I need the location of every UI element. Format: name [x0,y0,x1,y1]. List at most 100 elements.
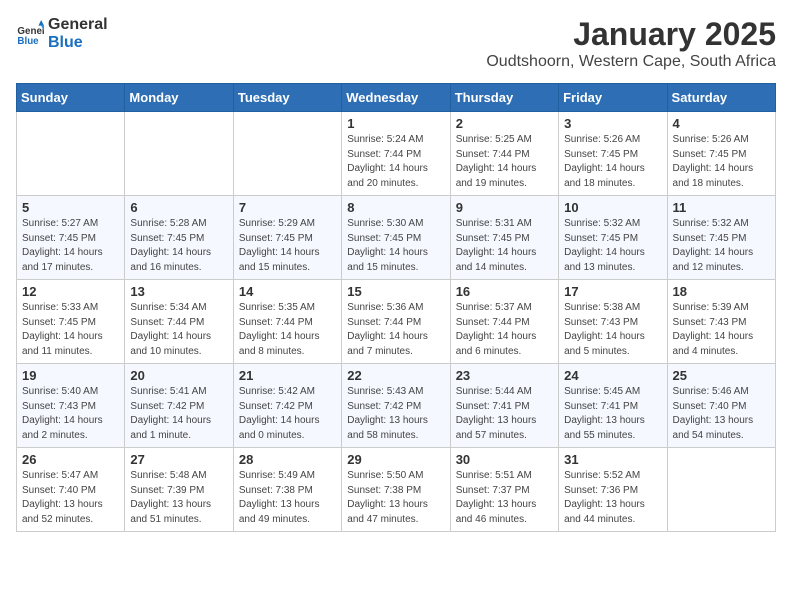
day-detail: Sunrise: 5:52 AMSunset: 7:36 PMDaylight:… [564,469,661,527]
page-header: General Blue General Blue January 2025 O… [16,16,776,71]
day-number: 29 [347,452,444,467]
calendar-cell: 8Sunrise: 5:30 AMSunset: 7:45 PMDaylight… [342,196,450,280]
day-number: 19 [22,368,119,383]
day-detail: Sunrise: 5:47 AMSunset: 7:40 PMDaylight:… [22,469,119,527]
day-number: 1 [347,116,444,131]
calendar-cell: 12Sunrise: 5:33 AMSunset: 7:45 PMDayligh… [17,280,125,364]
day-detail: Sunrise: 5:45 AMSunset: 7:41 PMDaylight:… [564,385,661,443]
calendar-cell: 7 Sunrise: 5:29 AMSunset: 7:45 PMDaylight… [233,196,341,280]
day-number: 27 [130,452,227,467]
day-number: 6 [130,200,227,215]
day-detail: Sunrise: 5:36 AMSunset: 7:44 PMDaylight:… [347,301,444,359]
day-number: 7 [239,200,336,215]
day-number: 12 [22,284,119,299]
calendar-cell [125,112,233,196]
calendar-cell: 5 Sunrise: 5:27 AMSunset: 7:45 PMDaylight… [17,196,125,280]
weekday-header: Friday [559,84,667,112]
day-detail: Sunrise: 5:46 AMSunset: 7:40 PMDaylight:… [673,385,770,443]
calendar-cell: 14 Sunrise: 5:35 AMSunset: 7:44 PMDayligh… [233,280,341,364]
calendar-cell: 2 Sunrise: 5:25 AMSunset: 7:44 PMDaylight… [450,112,558,196]
day-detail: Sunrise: 5:31 AMSunset: 7:45 PMDaylight:… [456,217,553,275]
calendar-cell: 3 Sunrise: 5:26 AMSunset: 7:45 PMDaylight… [559,112,667,196]
day-number: 4 [673,116,770,131]
calendar-header-row: SundayMondayTuesdayWednesdayThursdayFrid… [17,84,776,112]
day-number: 30 [456,452,553,467]
weekday-header: Sunday [17,84,125,112]
calendar-week-row: 12Sunrise: 5:33 AMSunset: 7:45 PMDayligh… [17,280,776,364]
day-detail: Sunrise: 5:26 AMSunset: 7:45 PMDaylight:… [673,133,770,191]
calendar-week-row: 1Sunrise: 5:24 AMSunset: 7:44 PMDaylight… [17,112,776,196]
day-detail: Sunrise: 5:42 AMSunset: 7:42 PMDaylight:… [239,385,336,443]
day-detail: Sunrise: 5:51 AMSunset: 7:37 PMDaylight:… [456,469,553,527]
calendar-cell: 1Sunrise: 5:24 AMSunset: 7:44 PMDaylight… [342,112,450,196]
day-detail: Sunrise: 5:26 AMSunset: 7:45 PMDaylight:… [564,133,661,191]
day-detail: Sunrise: 5:25 AMSunset: 7:44 PMDaylight:… [456,133,553,191]
day-number: 5 [22,200,119,215]
day-detail: Sunrise: 5:49 AMSunset: 7:38 PMDaylight:… [239,469,336,527]
day-detail: Sunrise: 5:44 AMSunset: 7:41 PMDaylight:… [456,385,553,443]
svg-text:Blue: Blue [17,35,39,46]
weekday-header: Wednesday [342,84,450,112]
day-number: 16 [456,284,553,299]
day-detail: Sunrise: 5:43 AMSunset: 7:42 PMDaylight:… [347,385,444,443]
day-detail: Sunrise: 5:35 AMSunset: 7:44 PMDaylight:… [239,301,336,359]
calendar-cell: 16 Sunrise: 5:37 AMSunset: 7:44 PMDayligh… [450,280,558,364]
day-detail: Sunrise: 5:34 AMSunset: 7:44 PMDaylight:… [130,301,227,359]
logo-general-text: General [48,16,108,34]
calendar-week-row: 5 Sunrise: 5:27 AMSunset: 7:45 PMDaylight… [17,196,776,280]
calendar-cell: 26 Sunrise: 5:47 AMSunset: 7:40 PMDayligh… [17,448,125,532]
day-number: 8 [347,200,444,215]
day-detail: Sunrise: 5:29 AMSunset: 7:45 PMDaylight:… [239,217,336,275]
day-number: 21 [239,368,336,383]
calendar-week-row: 26 Sunrise: 5:47 AMSunset: 7:40 PMDayligh… [17,448,776,532]
title-area: January 2025 Oudtshoorn, Western Cape, S… [486,16,776,71]
calendar-cell: 30 Sunrise: 5:51 AMSunset: 7:37 PMDayligh… [450,448,558,532]
calendar-cell: 9 Sunrise: 5:31 AMSunset: 7:45 PMDaylight… [450,196,558,280]
day-detail: Sunrise: 5:39 AMSunset: 7:43 PMDaylight:… [673,301,770,359]
calendar-cell: 19 Sunrise: 5:40 AMSunset: 7:43 PMDayligh… [17,364,125,448]
weekday-header: Thursday [450,84,558,112]
calendar-cell: 27 Sunrise: 5:48 AMSunset: 7:39 PMDayligh… [125,448,233,532]
calendar-week-row: 19 Sunrise: 5:40 AMSunset: 7:43 PMDayligh… [17,364,776,448]
calendar-cell [17,112,125,196]
calendar-cell: 28Sunrise: 5:49 AMSunset: 7:38 PMDayligh… [233,448,341,532]
day-number: 23 [456,368,553,383]
day-detail: Sunrise: 5:40 AMSunset: 7:43 PMDaylight:… [22,385,119,443]
day-detail: Sunrise: 5:32 AMSunset: 7:45 PMDaylight:… [673,217,770,275]
calendar-cell: 29 Sunrise: 5:50 AMSunset: 7:38 PMDayligh… [342,448,450,532]
day-number: 31 [564,452,661,467]
day-number: 3 [564,116,661,131]
calendar-cell [667,448,775,532]
day-detail: Sunrise: 5:32 AMSunset: 7:45 PMDaylight:… [564,217,661,275]
calendar-cell: 23 Sunrise: 5:44 AMSunset: 7:41 PMDayligh… [450,364,558,448]
weekday-header: Monday [125,84,233,112]
logo-icon: General Blue [16,20,44,48]
day-number: 18 [673,284,770,299]
day-number: 9 [456,200,553,215]
day-detail: Sunrise: 5:27 AMSunset: 7:45 PMDaylight:… [22,217,119,275]
day-detail: Sunrise: 5:38 AMSunset: 7:43 PMDaylight:… [564,301,661,359]
calendar-cell: 24Sunrise: 5:45 AMSunset: 7:41 PMDayligh… [559,364,667,448]
calendar-cell: 15Sunrise: 5:36 AMSunset: 7:44 PMDayligh… [342,280,450,364]
calendar-cell: 17 Sunrise: 5:38 AMSunset: 7:43 PMDayligh… [559,280,667,364]
day-detail: Sunrise: 5:37 AMSunset: 7:44 PMDaylight:… [456,301,553,359]
calendar-cell: 13Sunrise: 5:34 AMSunset: 7:44 PMDayligh… [125,280,233,364]
month-title: January 2025 [486,16,776,53]
day-number: 2 [456,116,553,131]
calendar-cell: 11 Sunrise: 5:32 AMSunset: 7:45 PMDayligh… [667,196,775,280]
calendar-cell: 4 Sunrise: 5:26 AMSunset: 7:45 PMDaylight… [667,112,775,196]
day-number: 17 [564,284,661,299]
day-number: 11 [673,200,770,215]
calendar-cell: 22Sunrise: 5:43 AMSunset: 7:42 PMDayligh… [342,364,450,448]
day-number: 26 [22,452,119,467]
calendar-cell: 31 Sunrise: 5:52 AMSunset: 7:36 PMDayligh… [559,448,667,532]
day-number: 14 [239,284,336,299]
day-detail: Sunrise: 5:48 AMSunset: 7:39 PMDaylight:… [130,469,227,527]
day-number: 20 [130,368,227,383]
calendar-cell: 21 Sunrise: 5:42 AMSunset: 7:42 PMDayligh… [233,364,341,448]
calendar-cell: 18 Sunrise: 5:39 AMSunset: 7:43 PMDayligh… [667,280,775,364]
calendar-cell: 6Sunrise: 5:28 AMSunset: 7:45 PMDaylight… [125,196,233,280]
day-detail: Sunrise: 5:50 AMSunset: 7:38 PMDaylight:… [347,469,444,527]
calendar-cell: 25Sunrise: 5:46 AMSunset: 7:40 PMDayligh… [667,364,775,448]
calendar-cell [233,112,341,196]
